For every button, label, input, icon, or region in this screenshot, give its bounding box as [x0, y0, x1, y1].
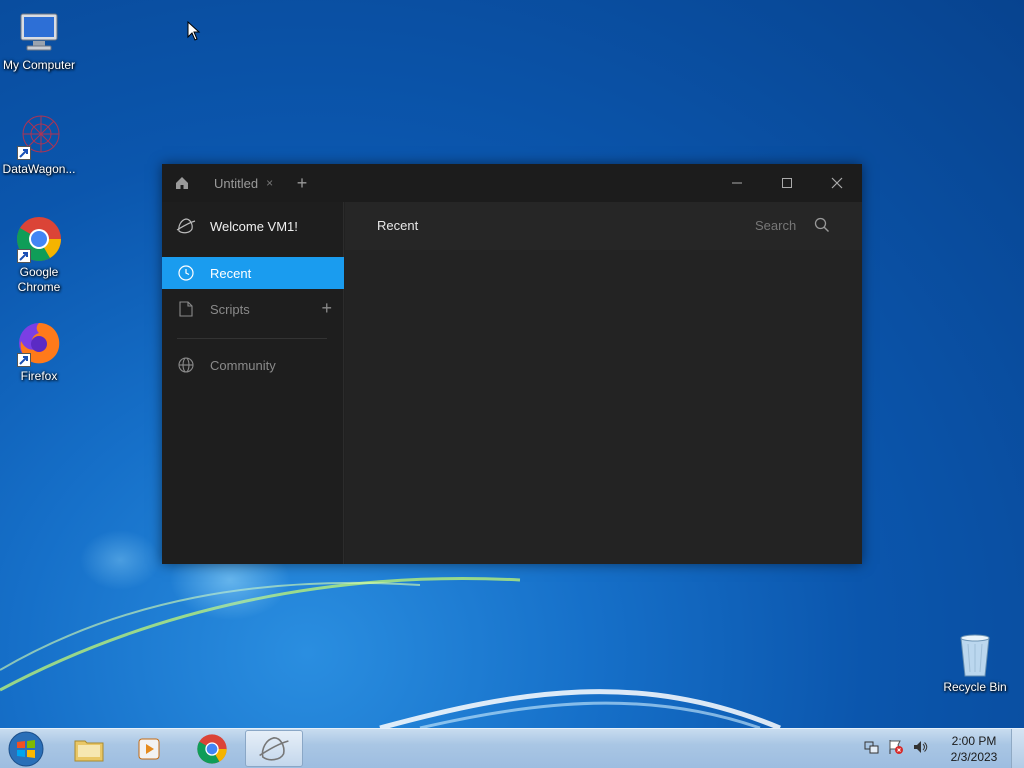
close-button[interactable]	[812, 164, 862, 202]
taskbar-file-explorer[interactable]	[60, 730, 118, 767]
close-icon	[831, 177, 843, 189]
show-desktop-button[interactable]	[1011, 729, 1024, 768]
sidebar-divider	[177, 338, 327, 339]
shortcut-arrow-icon	[17, 249, 31, 263]
folder-icon	[74, 740, 104, 761]
app-logo-icon	[176, 218, 196, 234]
new-tab-button[interactable]: +	[292, 173, 312, 193]
action-center-flag-icon[interactable]	[888, 739, 904, 760]
tab-close-icon[interactable]: ×	[266, 176, 273, 190]
page-title: Recent	[377, 218, 419, 233]
maximize-icon	[782, 178, 792, 188]
sidebar-item-scripts[interactable]: Scripts +	[162, 293, 344, 325]
network-icon[interactable]	[864, 739, 880, 760]
sidebar-item-label: Scripts	[210, 301, 250, 317]
shortcut-arrow-icon	[17, 146, 31, 160]
welcome-text: Welcome VM1!	[210, 218, 298, 234]
minimize-button[interactable]	[712, 164, 762, 202]
add-script-button[interactable]: +	[321, 299, 332, 317]
datawagon-icon	[15, 112, 63, 160]
desktop-icon-datawagon[interactable]: DataWagon...	[0, 112, 79, 177]
recycle-bin-icon	[951, 630, 999, 678]
mouse-cursor-icon	[187, 20, 201, 46]
tab-untitled[interactable]: Untitled ×	[202, 164, 285, 202]
sidebar-item-label: Recent	[210, 265, 252, 281]
home-button[interactable]	[162, 164, 202, 202]
windows-logo-icon	[8, 731, 44, 767]
taskbar: 2:00 PM 2/3/2023	[0, 728, 1024, 768]
app-logo-icon	[259, 736, 289, 761]
taskbar-google-chrome[interactable]	[183, 730, 241, 767]
computer-icon	[15, 8, 63, 56]
taskbar-app-window[interactable]	[245, 730, 303, 767]
shortcut-arrow-icon	[17, 353, 31, 367]
desktop-icon-label: Firefox	[20, 369, 58, 383]
system-tray	[864, 737, 928, 761]
start-button[interactable]	[6, 731, 46, 767]
main-panel: Recent Search	[345, 202, 862, 564]
welcome-header: Welcome VM1!	[162, 202, 344, 250]
home-icon	[176, 177, 188, 189]
desktop-icon-label: Recycle Bin	[943, 680, 1007, 694]
volume-icon[interactable]	[912, 739, 928, 760]
minimize-icon	[732, 182, 742, 184]
tab-label: Untitled	[214, 175, 259, 191]
desktop-icon-label: Google Chrome	[17, 265, 61, 294]
sidebar: Welcome VM1! Recent Scripts + Community	[162, 202, 344, 564]
firefox-icon	[15, 319, 63, 367]
file-icon	[177, 300, 195, 318]
app-window[interactable]: Untitled × + Welcome VM1! Recent Scripts…	[162, 164, 862, 564]
chrome-icon	[15, 215, 63, 263]
sidebar-item-community[interactable]: Community	[162, 349, 344, 381]
main-header: Recent Search	[345, 202, 862, 250]
search-icon[interactable]	[814, 217, 830, 238]
clock-time: 2:00 PM	[951, 734, 997, 748]
desktop-icon-label: My Computer	[2, 58, 76, 72]
globe-icon	[177, 356, 195, 374]
taskbar-media-player[interactable]	[120, 730, 178, 767]
media-player-icon	[138, 738, 160, 759]
search-input[interactable]: Search	[755, 218, 796, 233]
title-bar[interactable]: Untitled × +	[162, 164, 862, 202]
desktop-icon-my-computer[interactable]: My Computer	[0, 8, 79, 73]
desktop-icon-label: DataWagon...	[2, 162, 76, 176]
sidebar-item-label: Community	[210, 357, 276, 373]
clock-icon	[177, 264, 195, 282]
maximize-button[interactable]	[762, 164, 812, 202]
chrome-icon	[197, 733, 227, 764]
clock-date: 2/3/2023	[950, 750, 998, 764]
desktop-icon-firefox[interactable]: Firefox	[0, 319, 79, 384]
desktop-icon-google-chrome[interactable]: Google Chrome	[0, 215, 79, 295]
sidebar-item-recent[interactable]: Recent	[162, 257, 344, 289]
taskbar-clock[interactable]: 2:00 PM 2/3/2023	[934, 733, 1014, 765]
desktop-icon-recycle-bin[interactable]: Recycle Bin	[935, 630, 1015, 695]
